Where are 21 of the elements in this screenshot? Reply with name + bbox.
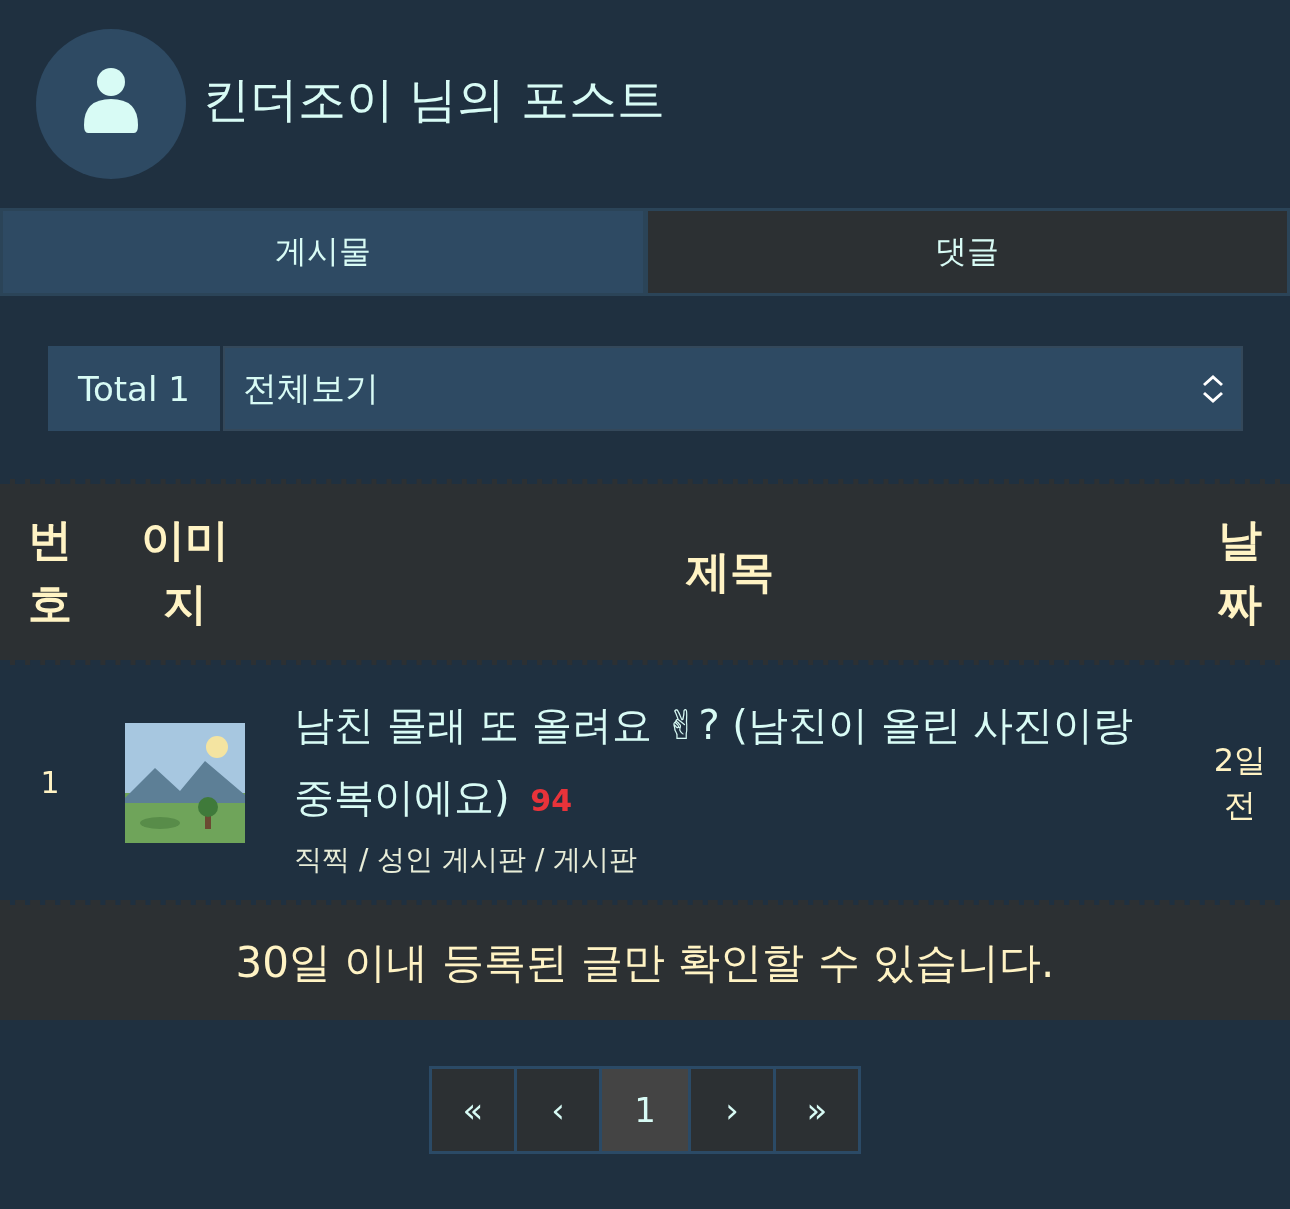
post-date: 2일 전 [1212,739,1268,826]
page-title: 킨더조이 님의 포스트 [202,70,665,129]
notice-text: 30일 이내 등록된 글만 확인할 수 있습니다. [235,936,1055,989]
post-number: 1 [40,765,60,800]
user-icon [84,67,138,133]
column-header: 이미지 [140,513,230,631]
post-title[interactable]: 남친 몰래 또 올려요 ✌? (남친이 올린 사진이랑 중복이에요) 94 [294,689,1160,833]
tab[interactable]: 게시물 [3,211,648,293]
board-path: 직찍 / 성인 게시판 / 게시판 [294,843,638,876]
total-count: Total 1 [48,346,220,431]
page-button[interactable]: ‹ [517,1069,599,1151]
sort-icon [1201,373,1225,404]
column-header: 날짜 [1217,513,1263,631]
page-button[interactable]: » [776,1069,858,1151]
page-button[interactable]: « [432,1069,514,1151]
page-button[interactable]: › [691,1069,773,1151]
tab[interactable]: 댓글 [647,211,1287,293]
column-header: 번호 [27,513,73,631]
page-button[interactable]: 1 [602,1069,688,1151]
column-header: 제목 [686,545,774,600]
category-select[interactable]: 전체보기 [222,346,1243,431]
